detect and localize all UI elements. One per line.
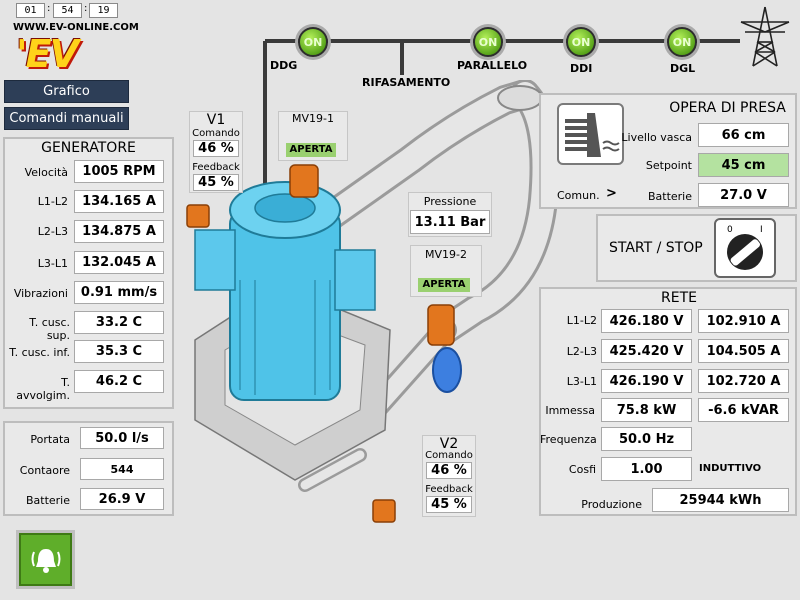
livello-vasca-label: Livello vasca: [621, 131, 692, 144]
livello-vasca-value: 66 cm: [698, 123, 789, 147]
gen-l1-l2-label: L1-L2: [37, 195, 68, 208]
v1-feedback-label: Feedback: [192, 162, 240, 173]
gen-l3-l1-label: L3-L1: [37, 257, 68, 270]
contaore-label: Contaore: [19, 464, 70, 477]
ddg-label: DDG: [270, 59, 298, 72]
mv19-1-title: MV19-1: [292, 112, 334, 125]
comun-arrow[interactable]: >: [606, 186, 617, 201]
t-cusc-inf-value: 35.3 C: [74, 340, 164, 363]
generatore-title: GENERATORE: [41, 140, 136, 156]
frequenza-label: Frequenza: [540, 433, 597, 446]
pressione-value: 13.11 Bar: [410, 210, 490, 234]
parallelo-label: PARALLELO: [457, 59, 528, 72]
rete-l2-l3-current: 104.505 A: [698, 339, 789, 363]
cosfi-type: INDUTTIVO: [699, 463, 762, 474]
t-cusc-sup-value: 33.2 C: [74, 311, 164, 334]
v2-feedback-value: 45 %: [426, 496, 472, 513]
comun-label: Comun.: [557, 189, 600, 202]
opera-di-presa-title: OPERA DI PRESA: [669, 100, 786, 116]
mv19-1-status-badge: APERTA: [286, 143, 336, 157]
produzione-value: 25944 kWh: [652, 488, 789, 512]
alarm-bell-icon: [31, 548, 60, 573]
rete-l2-l3-voltage: 425.420 V: [601, 339, 692, 363]
rete-l3-l1-label: L3-L1: [566, 375, 597, 388]
rotary-switch-icon: 0 I: [727, 225, 763, 270]
v1-comando-label: Comando: [192, 128, 240, 139]
gen-batterie-value: 26.9 V: [80, 488, 164, 510]
switch-off-mark: 0: [727, 225, 733, 235]
dgl-label: DGL: [670, 62, 696, 75]
ddi-on-switch[interactable]: ON: [566, 27, 596, 57]
dam-icon-frame: [557, 103, 624, 165]
dam-icon: [565, 113, 620, 157]
start-stop-label: START / STOP: [609, 240, 703, 256]
velocita-value: 1005 RPM: [74, 160, 164, 183]
mv19-2-title: MV19-2: [425, 248, 467, 261]
vibrazioni-label: Vibrazioni: [13, 287, 68, 300]
gen-l1-l2-value: 134.165 A: [74, 190, 164, 213]
v2-comando-label: Comando: [425, 450, 473, 461]
produzione-label: Produzione: [581, 498, 642, 511]
ddi-label: DDI: [570, 62, 593, 75]
gen-l2-l3-value: 134.875 A: [74, 220, 164, 243]
setpoint-label: Setpoint: [645, 159, 692, 172]
t-cusc-inf-label: T. cusc. inf.: [9, 346, 70, 359]
rete-title: RETE: [661, 290, 697, 306]
rete-l2-l3-label: L2-L3: [566, 345, 597, 358]
t-avvolgim-value: 46.2 C: [74, 370, 164, 393]
contaore-value: 544: [80, 458, 164, 480]
v1-feedback-value: 45 %: [193, 174, 239, 191]
dgl-on-switch[interactable]: ON: [667, 27, 697, 57]
parallelo-on-switch[interactable]: ON: [473, 27, 503, 57]
rete-l3-l1-voltage: 426.190 V: [601, 369, 692, 393]
mv19-2-status-badge: APERTA: [418, 278, 470, 292]
gen-l2-l3-label: L2-L3: [37, 225, 68, 238]
presa-batterie-label: Batterie: [647, 190, 692, 203]
gen-batterie-label: Batterie: [25, 494, 70, 507]
pressione-label: Pressione: [423, 195, 477, 208]
setpoint-value[interactable]: 45 cm: [698, 153, 789, 177]
gen-l3-l1-value: 132.045 A: [74, 251, 164, 274]
vibrazioni-value: 0.91 mm/s: [74, 281, 164, 304]
immessa-kvar-value: -6.6 kVAR: [698, 398, 789, 422]
v1-title: V1: [206, 112, 226, 128]
rete-l1-l2-current: 102.910 A: [698, 309, 789, 333]
v2-comando-value: 46 %: [426, 462, 472, 479]
power-pylon-icon: [740, 6, 790, 67]
rete-l3-l1-current: 102.720 A: [698, 369, 789, 393]
cosfi-value: 1.00: [601, 457, 692, 481]
frequenza-value: 50.0 Hz: [601, 427, 692, 451]
rete-l1-l2-label: L1-L2: [566, 314, 597, 327]
v2-feedback-label: Feedback: [425, 484, 473, 495]
start-stop-switch[interactable]: 0 I: [714, 218, 776, 278]
rete-l1-l2-voltage: 426.180 V: [601, 309, 692, 333]
alarm-button[interactable]: [16, 530, 75, 589]
t-cusc-sup-label: T. cusc. sup.: [29, 316, 70, 342]
portata-value: 50.0 l/s: [80, 427, 164, 449]
v1-comando-value: 46 %: [193, 140, 239, 157]
ddg-on-switch[interactable]: ON: [298, 27, 328, 57]
cosfi-label: Cosfi: [568, 463, 596, 476]
portata-label: Portata: [30, 433, 70, 446]
switch-on-mark: I: [760, 225, 763, 235]
presa-batterie-value: 27.0 V: [698, 183, 789, 207]
immessa-kw-value: 75.8 kW: [601, 398, 692, 422]
t-avvolgim-label: T. avvolgim.: [16, 376, 70, 402]
velocita-label: Velocità: [24, 166, 68, 179]
immessa-label: Immessa: [545, 404, 595, 417]
